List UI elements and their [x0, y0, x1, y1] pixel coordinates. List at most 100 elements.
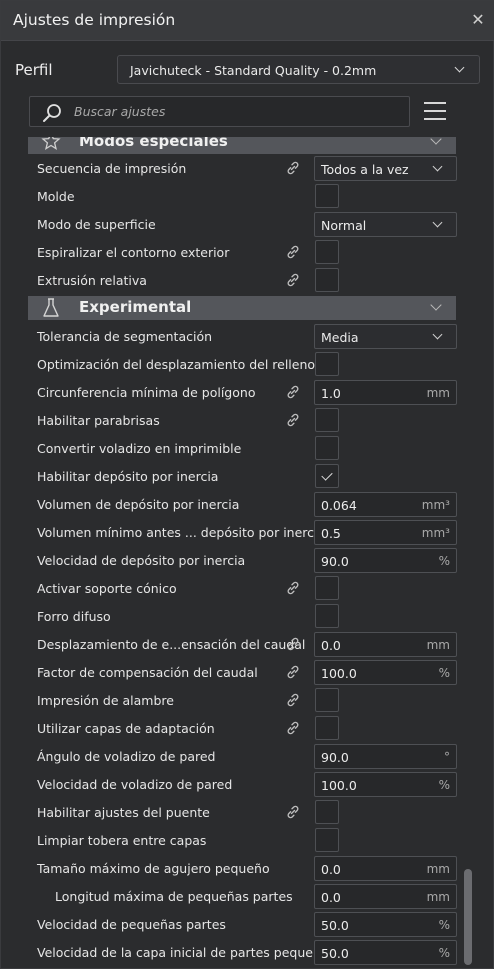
setting-label: Espiralizar el contorno exterior: [37, 245, 230, 260]
link-icon[interactable]: [285, 160, 301, 176]
special-modes-icon: [41, 137, 61, 150]
setting-checkbox[interactable]: [315, 352, 339, 376]
setting-checkbox[interactable]: [315, 240, 339, 264]
setting-row: Ángulo de voladizo de pared 90.0 °: [1, 742, 471, 770]
close-icon[interactable]: ✕: [471, 12, 485, 28]
setting-checkbox[interactable]: [315, 184, 339, 208]
link-icon[interactable]: [285, 384, 301, 400]
setting-value: 0.0: [321, 890, 341, 905]
setting-checkbox[interactable]: [315, 464, 339, 488]
setting-value: 50.0: [321, 946, 349, 961]
setting-value: 0.0: [321, 638, 341, 653]
setting-label: Longitud máxima de pequeñas partes: [55, 889, 293, 904]
setting-checkbox[interactable]: [315, 800, 339, 824]
setting-label: Forro difuso: [37, 609, 111, 624]
setting-label: Utilizar capas de adaptación: [37, 721, 215, 736]
link-icon[interactable]: [285, 244, 301, 260]
setting-label: Habilitar parabrisas: [37, 413, 160, 428]
setting-label: Velocidad de voladizo de pared: [37, 777, 233, 792]
setting-label: Velocidad de la capa inicial de partes p…: [37, 945, 336, 960]
setting-checkbox[interactable]: [315, 688, 339, 712]
setting-value: 1.0: [321, 386, 341, 401]
setting-label: Tolerancia de segmentación: [37, 329, 213, 344]
setting-value-field[interactable]: 0.0 mm: [314, 632, 457, 657]
link-icon[interactable]: [285, 580, 301, 596]
setting-label: Activar soporte cónico: [37, 581, 177, 596]
setting-value: 90.0: [321, 750, 349, 765]
setting-row: Convertir voladizo en imprimible: [1, 434, 471, 462]
chevron-down-icon: [454, 62, 465, 73]
search-box[interactable]: [29, 96, 410, 127]
setting-value-field[interactable]: 100.0%: [314, 772, 457, 797]
setting-row: Extrusión relativa: [1, 266, 471, 294]
setting-row: Impresión de alambre: [1, 686, 471, 714]
setting-label: Extrusión relativa: [37, 273, 147, 288]
chevron-down-icon: [432, 161, 443, 172]
setting-value-field[interactable]: 90.0 °: [314, 744, 457, 769]
setting-value: 100.0: [321, 666, 357, 681]
link-icon[interactable]: [285, 720, 301, 736]
setting-row: Velocidad de pequeñas partes 50.0%: [1, 910, 471, 938]
settings-menu-icon[interactable]: [424, 101, 447, 121]
profile-value: Javichuteck - Standard Quality - 0.2mm: [130, 63, 377, 78]
category-title: Modos especiales: [79, 137, 228, 150]
setting-row: Tamaño máximo de agujero pequeño 0.0 mm: [1, 854, 471, 882]
setting-checkbox[interactable]: [315, 604, 339, 628]
setting-dropdown[interactable]: Normal: [314, 212, 457, 237]
setting-value-field[interactable]: 1.0 mm: [314, 380, 457, 405]
setting-dropdown[interactable]: Todos a la vez: [314, 156, 457, 181]
link-icon[interactable]: [285, 272, 301, 288]
category-experimental[interactable]: Experimental: [28, 296, 456, 320]
setting-checkbox[interactable]: [315, 828, 339, 852]
profile-dropdown[interactable]: Javichuteck - Standard Quality - 0.2mm: [117, 55, 480, 84]
setting-row: Activar soporte cónico: [1, 574, 471, 602]
setting-row: Velocidad de voladizo de pared 100.0%: [1, 770, 471, 798]
setting-row: Tolerancia de segmentación Media: [1, 322, 471, 350]
setting-label: Desplazamiento de e...ensación del cauda…: [37, 637, 306, 652]
setting-value: 0.5: [321, 526, 341, 541]
setting-row: Volumen de depósito por inercia 0.064 mm³: [1, 490, 471, 518]
link-icon[interactable]: [285, 664, 301, 680]
category-special-modes[interactable]: Modos especiales: [28, 137, 456, 154]
link-icon[interactable]: [285, 692, 301, 708]
setting-row: Molde: [1, 182, 471, 210]
setting-value-field[interactable]: 100.0%: [314, 660, 457, 685]
setting-value-field[interactable]: 0.0 mm: [314, 856, 457, 881]
setting-checkbox[interactable]: [315, 436, 339, 460]
setting-row: Utilizar capas de adaptación: [1, 714, 471, 742]
setting-value: 0.0: [321, 862, 341, 877]
setting-label: Optimización del desplazamiento del rell…: [37, 357, 316, 372]
setting-unit: %: [438, 666, 450, 680]
setting-unit: %: [438, 918, 450, 932]
setting-label: Secuencia de impresión: [37, 161, 187, 176]
chevron-down-icon: [430, 137, 442, 145]
scrollbar-thumb[interactable]: [464, 869, 472, 965]
setting-value-field[interactable]: 90.0%: [314, 548, 457, 573]
setting-row: Velocidad de la capa inicial de partes p…: [1, 938, 471, 966]
setting-checkbox[interactable]: [315, 408, 339, 432]
setting-value: 90.0: [321, 554, 349, 569]
setting-label: Tamaño máximo de agujero pequeño: [37, 861, 270, 876]
setting-dropdown[interactable]: Media: [314, 324, 457, 349]
setting-value-field[interactable]: 0.0 mm: [314, 884, 457, 909]
link-icon[interactable]: [285, 804, 301, 820]
settings-list[interactable]: Modos especiales Experimental Secuencia …: [1, 137, 471, 966]
setting-checkbox[interactable]: [315, 576, 339, 600]
setting-value-field[interactable]: 0.064 mm³: [314, 492, 457, 517]
setting-row: Habilitar ajustes del puente: [1, 798, 471, 826]
title-bar[interactable]: Ajustes de impresión ✕: [1, 1, 494, 41]
search-icon: [43, 104, 61, 122]
setting-value-field[interactable]: 0.5 mm³: [314, 520, 457, 545]
setting-value: 0.064: [321, 498, 357, 513]
scrollbar-track[interactable]: [464, 137, 472, 966]
setting-value-field[interactable]: 50.0%: [314, 940, 457, 965]
setting-label: Velocidad de pequeñas partes: [37, 917, 226, 932]
link-icon[interactable]: [285, 412, 301, 428]
setting-checkbox[interactable]: [315, 268, 339, 292]
link-icon[interactable]: [285, 636, 301, 652]
setting-selected-value: Normal: [321, 218, 367, 233]
setting-value-field[interactable]: 50.0%: [314, 912, 457, 937]
setting-label: Habilitar ajustes del puente: [37, 805, 210, 820]
search-input[interactable]: [74, 97, 404, 126]
setting-checkbox[interactable]: [315, 716, 339, 740]
